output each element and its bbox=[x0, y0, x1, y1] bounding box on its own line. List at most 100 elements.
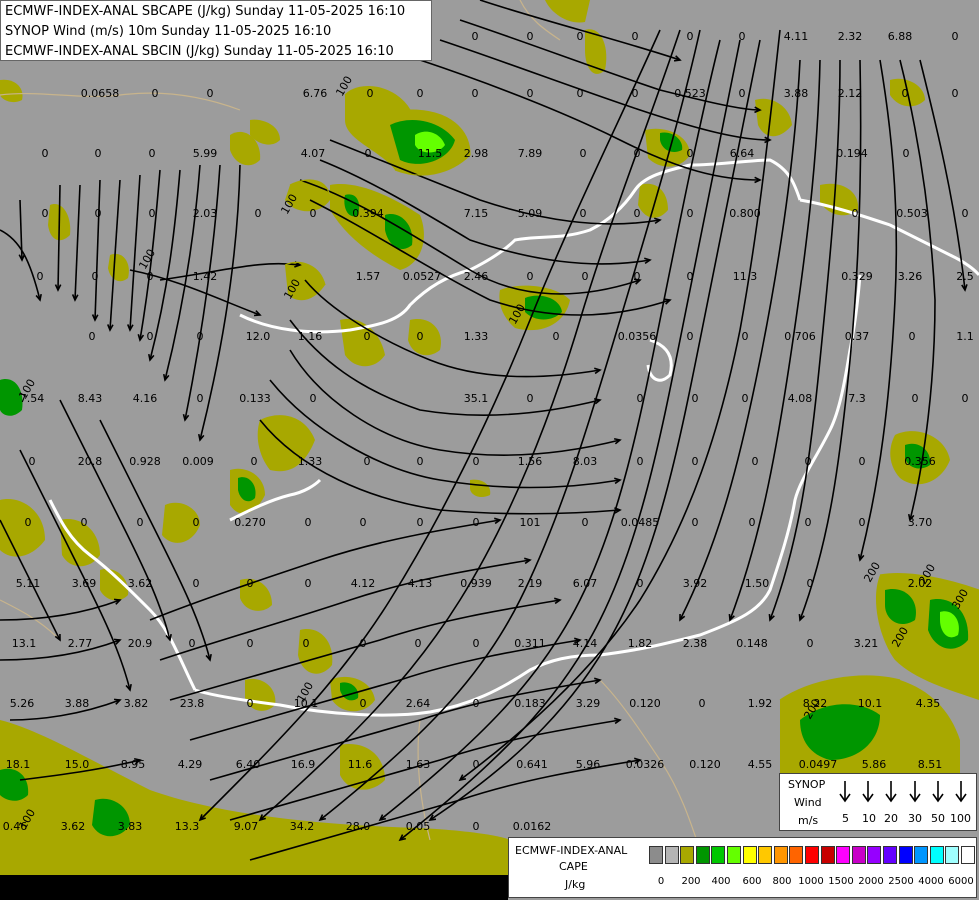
cape-value-label: 1.57 bbox=[356, 270, 381, 283]
cape-value-label: 1.33 bbox=[298, 455, 323, 468]
cape-value-label: 4.08 bbox=[788, 392, 813, 405]
cape-value-label: 0 bbox=[473, 820, 480, 833]
cape-value-label: 0 bbox=[805, 455, 812, 468]
cape-value-label: 0 bbox=[742, 392, 749, 405]
cape-value-label: 1.92 bbox=[748, 697, 773, 710]
cape-value-label: 1.16 bbox=[298, 330, 323, 343]
cape-value-label: 0 bbox=[634, 207, 641, 220]
wind-legend-title-3: m/s bbox=[798, 814, 819, 827]
cape-value-label: 0 bbox=[909, 330, 916, 343]
cape-value-label: 0 bbox=[692, 455, 699, 468]
cape-value-label: 3.92 bbox=[683, 577, 708, 590]
cape-value-label: 0 bbox=[637, 392, 644, 405]
cape-value-label: 0.133 bbox=[239, 392, 271, 405]
cape-value-label: 3.88 bbox=[784, 87, 809, 100]
cape-value-label: 4.12 bbox=[351, 577, 376, 590]
cape-value-label: 8.51 bbox=[918, 758, 943, 771]
cape-value-label: 7.54 bbox=[20, 392, 45, 405]
cape-legend-swatch bbox=[961, 846, 975, 864]
title-line-cin: ECMWF-INDEX-ANAL SBCIN (J/kg) Sunday 11-… bbox=[5, 44, 394, 59]
bottom-strip bbox=[0, 875, 508, 900]
cape-value-label: 0 bbox=[742, 330, 749, 343]
cape-value-label: 0 bbox=[903, 147, 910, 160]
cape-value-label: 6.40 bbox=[236, 758, 261, 771]
cape-value-label: 0 bbox=[473, 455, 480, 468]
arrow-icon bbox=[932, 781, 944, 803]
cape-value-label: 2.64 bbox=[406, 697, 431, 710]
cape-value-label: 0 bbox=[305, 577, 312, 590]
cape-value-label: 0 bbox=[473, 637, 480, 650]
cape-value-label: 0 bbox=[147, 270, 154, 283]
cape-value-label: 0 bbox=[417, 516, 424, 529]
cape-value-label: 20.9 bbox=[128, 637, 153, 650]
wind-speed-label: 30 bbox=[908, 812, 922, 825]
arrow-icon bbox=[909, 781, 921, 803]
cape-value-label: 0 bbox=[739, 30, 746, 43]
cape-value-label: 3.88 bbox=[65, 697, 90, 710]
cape-value-label: 0 bbox=[527, 30, 534, 43]
cape-value-label: 11.5 bbox=[418, 147, 443, 160]
cape-legend-tick: 4000 bbox=[918, 876, 944, 887]
title-line-cape: ECMWF-INDEX-ANAL SBCAPE (J/kg) Sunday 11… bbox=[5, 4, 406, 19]
cape-value-label: 0 bbox=[417, 87, 424, 100]
cape-value-label: 4.16 bbox=[133, 392, 158, 405]
cape-value-label: 0.0527 bbox=[403, 270, 442, 283]
cape-value-label: 0 bbox=[472, 30, 479, 43]
cape-value-label: 0.706 bbox=[784, 330, 816, 343]
cape-legend-swatch bbox=[773, 846, 788, 864]
cape-value-label: 2.38 bbox=[683, 637, 708, 650]
cape-value-label: 0 bbox=[473, 697, 480, 710]
cape-value-label: 0 bbox=[687, 30, 694, 43]
wind-legend-title-1: SYNOP bbox=[788, 778, 826, 791]
cape-value-label: 0 bbox=[749, 516, 756, 529]
cape-value-label: 0 bbox=[632, 30, 639, 43]
cape-value-label: 0 bbox=[632, 87, 639, 100]
cape-value-label: 13.1 bbox=[12, 637, 37, 650]
cape-value-label: 0 bbox=[527, 87, 534, 100]
cape-value-label: 0 bbox=[692, 516, 699, 529]
cape-value-label: 0.120 bbox=[689, 758, 721, 771]
cape-legend-tick: 200 bbox=[681, 876, 701, 887]
cape-value-label: 0 bbox=[251, 455, 258, 468]
cape-value-label: 3.69 bbox=[72, 577, 97, 590]
cape-value-label: 7.15 bbox=[464, 207, 489, 220]
cape-legend-tick: 2500 bbox=[888, 876, 914, 887]
cape-value-label: 0.800 bbox=[729, 207, 761, 220]
cape-value-label: 0 bbox=[149, 207, 156, 220]
cape-value-label: 0 bbox=[189, 637, 196, 650]
cape-value-label: 0 bbox=[303, 637, 310, 650]
cape-value-label: 0 bbox=[699, 697, 706, 710]
cape-value-label: 35.1 bbox=[464, 392, 489, 405]
cape-value-label: 0 bbox=[197, 392, 204, 405]
cape-value-label: 0.356 bbox=[904, 455, 936, 468]
cape-value-label: 0 bbox=[29, 455, 36, 468]
cape-value-label: 11.6 bbox=[348, 758, 373, 771]
cape-value-label: 5.86 bbox=[862, 758, 887, 771]
title-line-wind: SYNOP Wind (m/s) 10m Sunday 11-05-2025 1… bbox=[5, 24, 332, 39]
cape-value-label: 0 bbox=[247, 637, 254, 650]
wind-speed-label: 20 bbox=[884, 812, 898, 825]
cape-legend-tick: 6000 bbox=[948, 876, 974, 887]
cape-value-label: 0 bbox=[807, 577, 814, 590]
cape-value-label: 0 bbox=[692, 392, 699, 405]
cape-value-label: 0 bbox=[247, 577, 254, 590]
cape-value-label: 0.0356 bbox=[618, 330, 657, 343]
cape-value-label: 0.523 bbox=[674, 87, 706, 100]
cape-value-label: 3.62 bbox=[61, 820, 86, 833]
cape-value-label: 3.62 bbox=[128, 577, 153, 590]
cape-value-label: 3.29 bbox=[576, 697, 601, 710]
cape-value-label: 6.07 bbox=[573, 577, 598, 590]
cape-value-label: 0 bbox=[149, 147, 156, 160]
cape-value-label: 9.07 bbox=[234, 820, 259, 833]
cape-value-label: 0 bbox=[473, 516, 480, 529]
cape-value-label: 10.1 bbox=[858, 697, 883, 710]
cape-value-label: 0 bbox=[527, 392, 534, 405]
cape-value-label: 0.37 bbox=[845, 330, 870, 343]
cape-value-label: 0 bbox=[193, 577, 200, 590]
cape-value-label: 0.120 bbox=[629, 697, 661, 710]
cape-value-label: 0 bbox=[472, 87, 479, 100]
cape-value-label: 0 bbox=[852, 207, 859, 220]
cape-value-label: 101 bbox=[520, 516, 541, 529]
cape-value-label: 7.3 bbox=[848, 392, 866, 405]
cape-value-label: 1.42 bbox=[193, 270, 218, 283]
